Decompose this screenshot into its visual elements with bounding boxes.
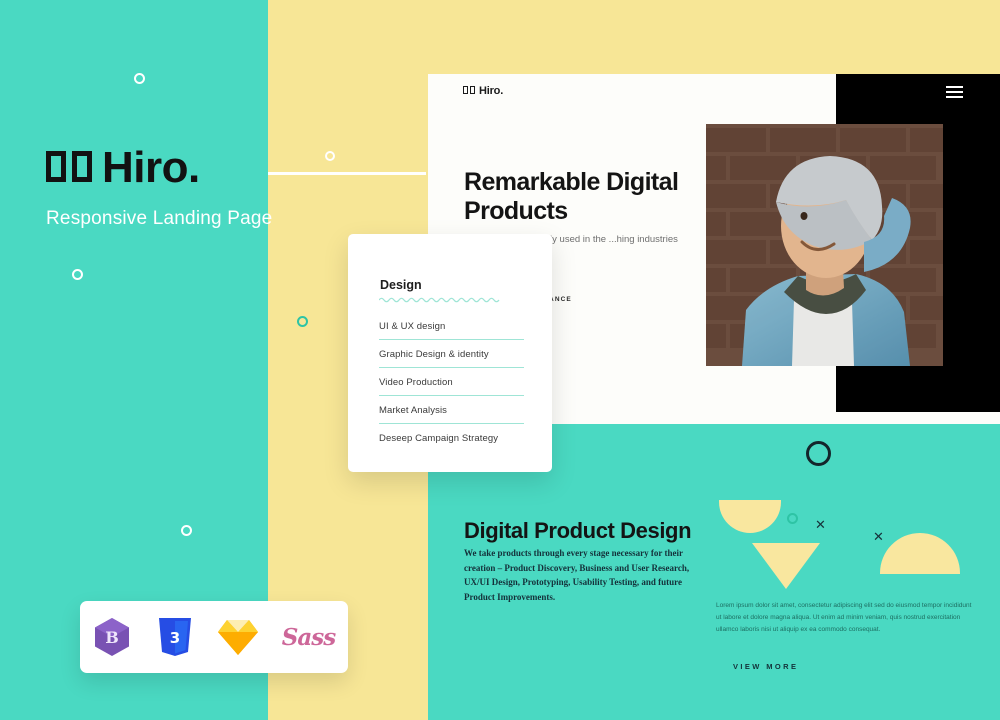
decorative-ring <box>181 525 192 536</box>
decorative-ring <box>806 441 831 466</box>
sass-icon[interactable]: Sass <box>278 614 340 660</box>
x-mark-icon: ✕ <box>873 530 884 545</box>
list-item[interactable]: Deseep Campaign Strategy <box>379 424 524 451</box>
decorative-ring <box>297 316 308 327</box>
section-body-text: We take products through every stage nec… <box>464 548 690 602</box>
list-item[interactable]: Market Analysis <box>379 396 524 424</box>
hero-photo <box>706 124 943 366</box>
design-services-card: Design UI & UX design Graphic Design & i… <box>348 234 552 472</box>
brand-logo-text: Hiro. <box>102 143 200 192</box>
hamburger-menu-icon[interactable] <box>946 86 963 98</box>
decorative-ring <box>72 269 83 280</box>
hero-block: Hiro. Responsive Landing Page <box>46 146 426 230</box>
section-side-text: Lorem ipsum dolor sit amet, consectetur … <box>716 602 972 634</box>
list-item[interactable]: UI & UX design <box>379 312 524 340</box>
hero-divider-rule <box>268 172 426 175</box>
background-band-yellow-top <box>428 0 1000 74</box>
list-item[interactable]: Video Production <box>379 368 524 396</box>
hero-photo-illustration <box>706 124 943 366</box>
list-item[interactable]: Graphic Design & identity <box>379 340 524 368</box>
tech-badges-card: B 3 Sass <box>80 601 348 673</box>
section-heading: Digital Product Design <box>464 518 692 543</box>
mock-headline: Remarkable Digital Products <box>464 168 679 225</box>
sass-wordmark: Sass <box>281 623 336 651</box>
landing-page-mockup: Hiro. Responsive Landing Page Hiro. Rema… <box>0 0 1000 720</box>
design-services-list: UI & UX design Graphic Design & identity… <box>379 312 524 451</box>
mock-brand-logo-text: Hiro. <box>479 85 504 97</box>
svg-text:B: B <box>105 628 119 647</box>
design-card-title: Design <box>380 278 422 292</box>
decorative-ring <box>787 513 798 524</box>
sketch-icon[interactable] <box>215 614 261 660</box>
x-mark-icon: ✕ <box>815 518 826 533</box>
mock-brand-logo[interactable]: Hiro. <box>463 85 503 97</box>
bootstrap-icon[interactable]: B <box>89 614 135 660</box>
hero-subtitle: Responsive Landing Page <box>46 208 273 229</box>
decorative-ring <box>134 73 145 84</box>
missing-glyph-icon <box>46 151 92 182</box>
triangle-shape <box>752 543 820 589</box>
css3-icon[interactable]: 3 <box>152 614 198 660</box>
svg-text:3: 3 <box>169 629 179 647</box>
wave-accent-icon <box>379 297 500 303</box>
view-more-button[interactable]: VIEW MORE <box>733 662 798 671</box>
brand-logo: Hiro. <box>46 146 386 190</box>
missing-glyph-icon <box>463 86 475 94</box>
